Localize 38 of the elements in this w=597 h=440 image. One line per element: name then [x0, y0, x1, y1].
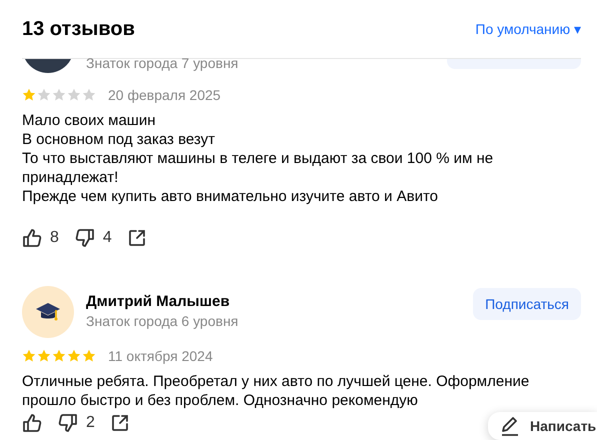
review-text: Мало своих машин В основном под заказ везут То что выставляют машины в телеге и выдают за свои 100 % им не принадлежат! Прежде чем купить авто внимательно изучите авто и Авито — [22, 111, 494, 206]
share-icon — [110, 414, 129, 432]
author-name: Дмитрий Малышев — [86, 292, 231, 312]
dislike-button[interactable]: 4 — [74, 226, 112, 250]
write-label: Написать — [530, 418, 596, 434]
subscribe-button[interactable]: Подписаться — [473, 288, 581, 320]
review-date: 11 октября 2024 — [108, 348, 213, 364]
star-icon — [22, 349, 36, 363]
sort-link[interactable]: По умолчанию ▾ — [475, 21, 581, 37]
review-text: Отличные ребята. Преобретал у них авто по лучшей цене. Оформление прошло быстро и без проблем. Однозначно рекомендую — [22, 372, 530, 410]
thumbs-down-icon — [74, 228, 95, 248]
star-icon — [82, 349, 96, 363]
like-button[interactable]: 8 — [22, 226, 59, 250]
star-icon — [67, 349, 81, 363]
write-review-button[interactable]: Написать — [488, 412, 597, 440]
star-icon — [22, 88, 36, 102]
review-date: 20 февраля 2025 — [108, 87, 221, 103]
reviews-title: 13 отзывов — [22, 18, 135, 40]
graduation-cap-icon — [35, 301, 61, 323]
dislike-count: 2 — [86, 414, 95, 432]
share-icon — [128, 229, 146, 247]
star-icon — [37, 349, 51, 363]
dislike-count: 4 — [102, 229, 112, 247]
pencil-icon — [500, 416, 520, 436]
star-icon — [52, 349, 66, 363]
share-button[interactable] — [110, 413, 129, 433]
like-button[interactable] — [22, 413, 42, 433]
author-level: Знаток города 7 уровня — [86, 54, 240, 72]
thumbs-up-icon — [22, 413, 42, 433]
star-icon — [52, 88, 66, 102]
thumbs-down-icon — [58, 413, 78, 433]
like-count: 8 — [50, 229, 59, 247]
star-icon — [37, 88, 51, 102]
star-icon — [67, 88, 81, 102]
star-icon — [82, 88, 96, 102]
author-level: Знаток города 6 уровня — [86, 312, 240, 330]
thumbs-up-icon — [22, 228, 42, 248]
dislike-button[interactable]: 2 — [58, 413, 95, 433]
